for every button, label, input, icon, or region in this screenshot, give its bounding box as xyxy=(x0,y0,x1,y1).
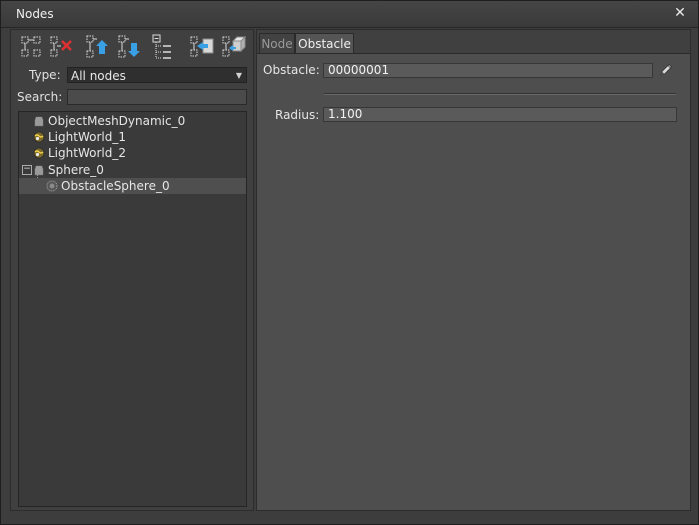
tree-item-label: LightWorld_2 xyxy=(48,146,126,160)
obstacle-mask-field[interactable]: 00000001 xyxy=(323,63,653,78)
tree-item-label: Sphere_0 xyxy=(48,163,104,177)
obstacle-mask-value: 00000001 xyxy=(328,63,390,77)
collapse-icon[interactable]: − xyxy=(22,165,32,175)
obstacle-tab-content: Obstacle: 00000001 Radius: 1.100 xyxy=(257,53,690,510)
tree-item-label: LightWorld_1 xyxy=(48,130,126,144)
tree-item-sphere-0[interactable]: − Sphere_0 xyxy=(19,162,246,178)
expand-tree-icon[interactable] xyxy=(151,33,177,61)
tree-item-label: ObstacleSphere_0 xyxy=(61,179,170,193)
tab-obstacle[interactable]: Obstacle xyxy=(295,33,354,53)
tree-item-lightworld-1[interactable]: LightWorld_1 xyxy=(19,129,246,145)
light-world-icon xyxy=(33,147,45,159)
obstacle-label: Obstacle: xyxy=(263,63,320,77)
section-divider xyxy=(324,93,676,95)
chevron-down-icon: ▼ xyxy=(235,71,242,80)
export-node-icon[interactable] xyxy=(221,33,247,61)
type-select[interactable]: All nodes ▼ xyxy=(67,67,247,83)
properties-panel: Node Obstacle Obstacle: 00000001 Radius:… xyxy=(256,29,691,511)
move-up-icon[interactable] xyxy=(85,33,111,61)
radius-label: Radius: xyxy=(275,108,320,122)
nodes-window: Nodes ✕ Type: All nodes ▼ Search: Object… xyxy=(0,0,699,525)
close-icon[interactable]: ✕ xyxy=(672,5,688,21)
type-select-value: All nodes xyxy=(71,69,126,83)
node-tree[interactable]: ObjectMeshDynamic_0 LightWorld_1 LightWo… xyxy=(18,111,247,507)
toolbar xyxy=(19,33,251,61)
tree-item-obstaclesphere-0[interactable]: ObstacleSphere_0 xyxy=(19,178,246,194)
import-node-icon[interactable] xyxy=(189,33,215,61)
radius-value: 1.100 xyxy=(328,107,363,121)
node-list-panel: Type: All nodes ▼ Search: ObjectMeshDyna… xyxy=(10,29,254,511)
move-down-icon[interactable] xyxy=(117,33,143,61)
mesh-icon xyxy=(33,115,45,127)
search-input[interactable] xyxy=(67,89,247,105)
delete-node-icon[interactable] xyxy=(49,33,75,61)
type-label: Type: xyxy=(29,68,61,82)
light-world-icon xyxy=(33,131,45,143)
tree-item-lightworld-2[interactable]: LightWorld_2 xyxy=(19,145,246,161)
window-title: Nodes xyxy=(16,7,54,21)
obstacle-icon xyxy=(46,180,58,192)
search-label: Search: xyxy=(17,90,63,104)
title-bar[interactable]: Nodes ✕ xyxy=(1,1,698,28)
clone-node-icon[interactable] xyxy=(19,33,45,61)
edit-pencil-icon[interactable] xyxy=(658,62,674,78)
radius-field[interactable]: 1.100 xyxy=(323,107,677,122)
tree-item-objectmeshdynamic-0[interactable]: ObjectMeshDynamic_0 xyxy=(19,113,246,129)
tab-node[interactable]: Node xyxy=(259,33,295,53)
tree-item-label: ObjectMeshDynamic_0 xyxy=(48,114,186,128)
